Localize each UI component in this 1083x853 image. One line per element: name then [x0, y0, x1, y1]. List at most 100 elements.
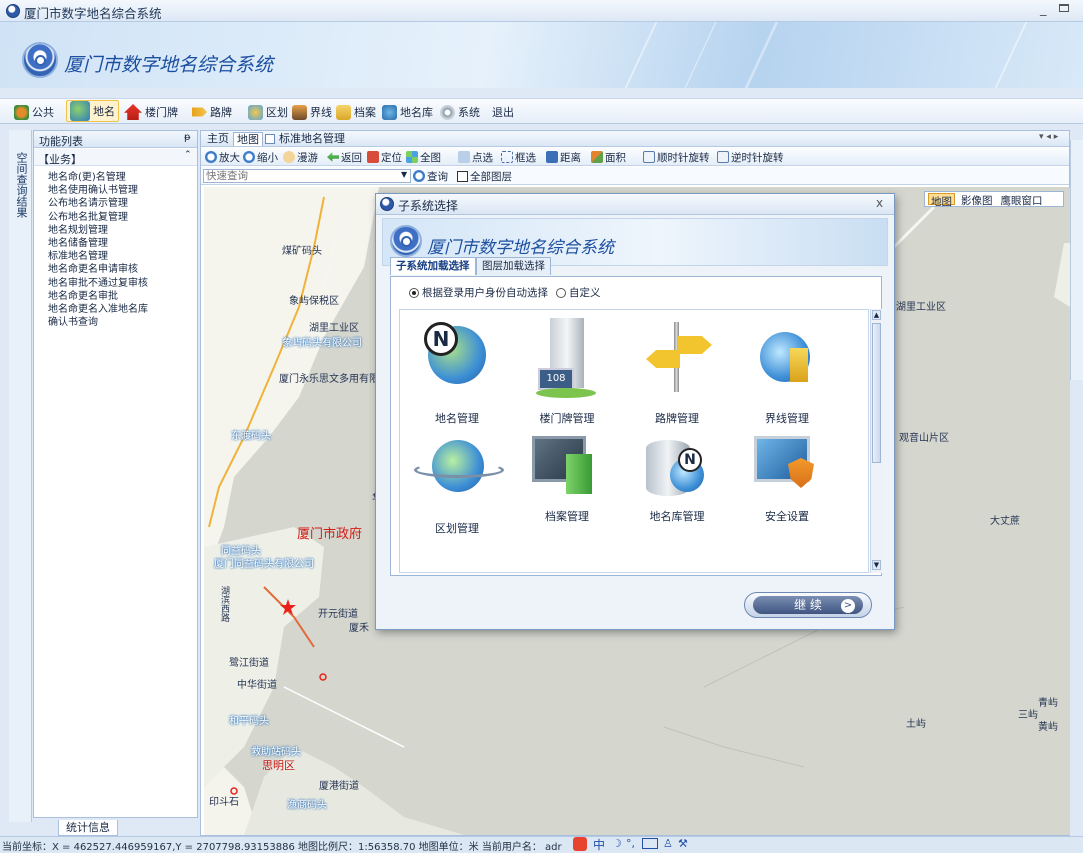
wrench-icon[interactable]: ⚒ [678, 837, 688, 850]
map-label: 东渡码头 [231, 431, 271, 442]
statistics-tab[interactable]: 统计信息 [58, 820, 118, 836]
dialog-title: 子系统选择 [398, 199, 459, 213]
radio-custom[interactable]: 自定义 [556, 285, 601, 300]
chevron-down-icon[interactable]: ▼ [401, 170, 407, 179]
spatial-query-results-strip[interactable]: 空间查询结果 [9, 130, 32, 822]
function-item[interactable]: 地名规划管理 [48, 224, 198, 237]
function-item[interactable]: 地名审批不通过复审核 [48, 277, 198, 290]
map-type-overview[interactable]: 鹰眼窗口 [999, 193, 1045, 207]
map-label-district: 思明区 [262, 759, 295, 772]
gear-icon [440, 104, 455, 120]
grid-scrollbar[interactable]: ▲ ▼ [870, 309, 882, 573]
tab-scroll-icon[interactable]: ▾ ◂ ▸ [1039, 132, 1058, 142]
function-item[interactable]: 公布地名请示管理 [48, 197, 198, 210]
tab-map[interactable]: 地图 [233, 132, 263, 146]
moon-icon[interactable]: ☽ [612, 837, 622, 850]
map-label: 象屿保税区 [289, 296, 339, 307]
keyboard-icon[interactable] [642, 838, 658, 849]
right-side-strip[interactable] [1070, 140, 1083, 380]
user-icon[interactable]: ♙ [663, 837, 673, 850]
map-tool-zoom-out[interactable]: 缩小 [243, 150, 278, 164]
map-tool-rotate-cw[interactable]: 顺时针旋转 [643, 150, 710, 164]
chinese-mode-icon[interactable]: 中 [593, 836, 605, 853]
scroll-down-icon[interactable]: ▼ [872, 560, 881, 570]
module-place-name[interactable]: N 地名管理 [402, 318, 512, 436]
function-item[interactable]: 公布地名批复管理 [48, 211, 198, 224]
module-doorplate[interactable]: 108 楼门牌管理 [512, 318, 622, 436]
function-item[interactable]: 地名命更名申请审核 [48, 263, 198, 276]
map-label: 开元街道 [318, 609, 358, 620]
map-tool-box-select[interactable]: 框选 [501, 150, 536, 164]
tab-standard-name-management[interactable]: 标准地名管理 [276, 132, 348, 146]
map-tool-area[interactable]: 面积 [591, 150, 626, 164]
map-tool-full-extent[interactable]: 全图 [406, 150, 441, 164]
back-arrow-icon [327, 152, 339, 162]
tab-home[interactable]: 主页 [204, 132, 232, 146]
function-item[interactable]: 标准地名管理 [48, 250, 198, 263]
load-mode-radios: 根据登录用户身份自动选择 自定义 [409, 285, 601, 300]
toolbar-place-name[interactable]: 地名 [66, 100, 119, 122]
module-archive[interactable]: 档案管理 [512, 436, 622, 554]
map-tool-point-select[interactable]: 点选 [458, 150, 493, 164]
all-layers-checkbox[interactable]: 全部图层 [457, 169, 512, 183]
map-label: 厦门永乐思文多用有限公 [279, 374, 389, 385]
tab-layer-load[interactable]: 图层加载选择 [476, 257, 551, 275]
maximize-icon[interactable] [1059, 4, 1069, 12]
toolbar-doorplate[interactable]: 楼门牌 [124, 103, 178, 121]
module-boundary[interactable]: 界线管理 [732, 318, 842, 436]
toolbar-exit[interactable]: 退出 [492, 103, 514, 121]
map-tool-zoom-in[interactable]: 放大 [205, 150, 240, 164]
query-button[interactable]: 查询 [413, 169, 448, 183]
module-division[interactable]: 区划管理 [402, 436, 512, 554]
scroll-up-icon[interactable]: ▲ [872, 310, 881, 320]
app-banner: 厦门市数字地名综合系统 [0, 22, 1083, 88]
radio-auto[interactable]: 根据登录用户身份自动选择 [409, 285, 548, 300]
tab-subsystem-load[interactable]: 子系统加载选择 [390, 257, 476, 275]
map-tool-rotate-ccw[interactable]: 逆时针旋转 [717, 150, 784, 164]
map-tool-back[interactable]: 返回 [327, 150, 362, 164]
toolbar-boundary[interactable]: 界线 [292, 103, 332, 121]
map-tool-pan[interactable]: 漫游 [283, 150, 318, 164]
map-label: 厦门同益码头有限公司 [214, 559, 314, 570]
toolbar-division[interactable]: 区划 [248, 103, 288, 121]
area-icon [591, 151, 603, 163]
toolbar-system[interactable]: 系统 [440, 103, 480, 121]
radio-icon [556, 287, 566, 298]
toolbar-public[interactable]: 公共 [14, 103, 54, 121]
banner-title: 厦门市数字地名综合系统 [64, 54, 274, 76]
map-tool-locate[interactable]: 定位 [367, 150, 402, 164]
database-globe-icon [382, 104, 397, 120]
minimize-icon[interactable]: _ [1040, 2, 1047, 17]
rotate-ccw-icon [717, 151, 729, 163]
continue-button[interactable]: 继 续 > [744, 592, 872, 618]
function-item[interactable]: 地名命更名入准地名库 [48, 303, 198, 316]
input-method-icon[interactable] [573, 837, 587, 851]
function-item[interactable]: 地名命更名审批 [48, 290, 198, 303]
function-item[interactable]: 地名使用确认书管理 [48, 184, 198, 197]
quick-search-input[interactable] [203, 169, 411, 183]
collapse-icon[interactable]: ⌃ [184, 150, 192, 160]
module-placename-db[interactable]: N 地名库管理 [622, 436, 732, 554]
map-type-map[interactable]: 地图 [928, 193, 955, 208]
function-item[interactable]: 确认书查询 [48, 316, 198, 329]
globe-icon [70, 101, 90, 121]
module-security[interactable]: 安全设置 [732, 436, 842, 554]
module-road-sign[interactable]: 路牌管理 [622, 318, 732, 436]
toolbar-roadsign[interactable]: 路牌 [192, 103, 232, 121]
map-tool-distance[interactable]: 距离 [546, 150, 581, 164]
subsystem-dialog: 子系统选择 x 厦门市数字地名综合系统 子系统加载选择 图层加载选择 根据登录用… [375, 193, 895, 630]
map-type-imagery[interactable]: 影像图 [959, 193, 995, 207]
map-label-city-government: 厦门市政府 [297, 527, 363, 542]
map-label: 鹭江街道 [229, 658, 269, 669]
close-icon[interactable]: x [876, 196, 883, 210]
scroll-thumb[interactable] [872, 323, 881, 463]
status-bar: 当前坐标：X = 462527.446959167,Y = 2707798.93… [0, 836, 1083, 853]
pin-icon[interactable]: ᵽ [184, 132, 191, 143]
function-group-business[interactable]: 【业务】 ⌃ [34, 149, 197, 166]
function-item[interactable]: 地名命(更)名管理 [48, 171, 198, 184]
function-panel-header: 功能列表 ᵽ [34, 131, 197, 148]
punctuation-icon[interactable]: °, [626, 837, 635, 850]
toolbar-placename-db[interactable]: 地名库 [382, 103, 433, 121]
toolbar-archive[interactable]: 档案 [336, 103, 376, 121]
function-item[interactable]: 地名储备管理 [48, 237, 198, 250]
